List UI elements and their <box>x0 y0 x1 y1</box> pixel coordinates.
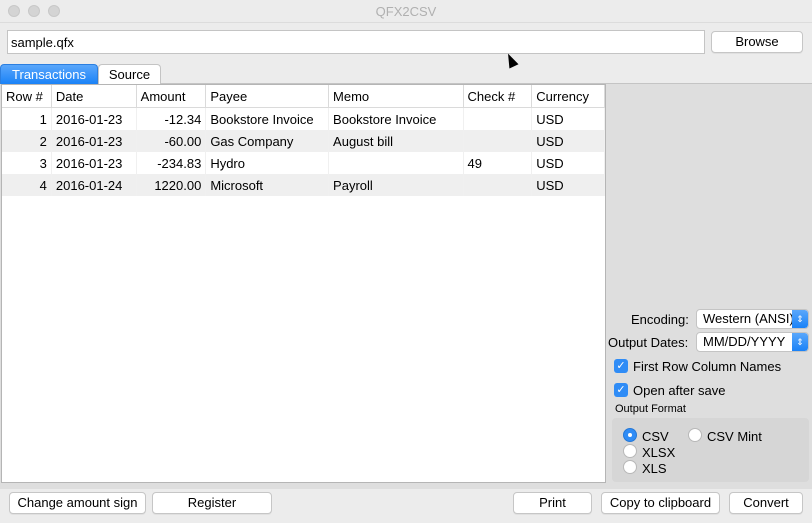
column-header-memo[interactable]: Memo <box>328 85 464 108</box>
cell-row-num: 3 <box>2 152 52 174</box>
format-xlsx-label[interactable]: XLSX <box>642 445 675 460</box>
register-button[interactable]: Register <box>152 492 272 514</box>
format-xls-label[interactable]: XLS <box>642 461 667 476</box>
updown-icon: ⇕ <box>792 310 808 328</box>
change-amount-sign-button[interactable]: Change amount sign <box>9 492 146 514</box>
cell-memo: Payroll <box>328 174 464 196</box>
tab-transactions[interactable]: Transactions <box>0 64 98 84</box>
convert-button[interactable]: Convert <box>729 492 803 514</box>
copy-to-clipboard-button[interactable]: Copy to clipboard <box>601 492 720 514</box>
cell-date: 2016-01-24 <box>51 174 137 196</box>
cell-row-num: 2 <box>2 130 52 152</box>
file-path-input[interactable] <box>7 30 705 54</box>
encoding-select[interactable]: Western (ANSI) ⇕ <box>696 309 809 329</box>
column-header-check[interactable]: Check # <box>463 85 533 108</box>
cell-date: 2016-01-23 <box>51 130 137 152</box>
window-title: QFX2CSV <box>375 4 437 19</box>
cell-amount: -234.83 <box>136 152 207 174</box>
cell-currency: USD <box>531 107 605 130</box>
open-after-save-label[interactable]: Open after save <box>633 383 726 398</box>
cell-date: 2016-01-23 <box>51 107 137 130</box>
cell-payee: Gas Company <box>205 130 330 152</box>
table-row[interactable]: 2 2016-01-23 -60.00 Gas Company August b… <box>2 130 605 152</box>
cell-payee: Microsoft <box>205 174 330 196</box>
transactions-table[interactable]: Row # Date Amount Payee Memo Check # Cur… <box>1 84 606 483</box>
cell-check <box>463 130 533 152</box>
cell-row-num: 4 <box>2 174 52 196</box>
print-button[interactable]: Print <box>513 492 592 514</box>
table-row[interactable]: 1 2016-01-23 -12.34 Bookstore Invoice Bo… <box>2 107 605 130</box>
cell-check: 49 <box>463 152 533 174</box>
output-dates-label: Output Dates: <box>608 335 689 350</box>
cell-payee: Hydro <box>205 152 330 174</box>
format-csv-label[interactable]: CSV <box>642 429 669 444</box>
cell-check <box>463 107 533 130</box>
mouse-cursor-icon <box>503 51 519 69</box>
cell-currency: USD <box>531 152 605 174</box>
open-after-save-checkbox[interactable]: ✓ <box>614 383 628 397</box>
column-header-row-num[interactable]: Row # <box>2 85 52 108</box>
encoding-value: Western (ANSI) <box>703 311 794 326</box>
output-format-label: Output Format <box>615 403 686 415</box>
table-header-row: Row # Date Amount Payee Memo Check # Cur… <box>2 85 605 108</box>
browse-button[interactable]: Browse <box>711 31 803 53</box>
cell-memo <box>328 152 464 174</box>
first-row-checkbox[interactable]: ✓ <box>614 359 628 373</box>
output-dates-select[interactable]: MM/DD/YYYY ⇕ <box>696 332 809 352</box>
table-row[interactable]: 3 2016-01-23 -234.83 Hydro 49 USD <box>2 152 605 174</box>
cell-amount: -12.34 <box>136 107 207 130</box>
table-row[interactable]: 4 2016-01-24 1220.00 Microsoft Payroll U… <box>2 174 605 196</box>
format-csv-mint-label[interactable]: CSV Mint <box>707 429 762 444</box>
encoding-label: Encoding: <box>631 312 689 327</box>
output-dates-value: MM/DD/YYYY <box>703 334 786 349</box>
format-xls-radio[interactable] <box>623 460 637 474</box>
cell-amount: 1220.00 <box>136 174 207 196</box>
cell-memo: Bookstore Invoice <box>328 107 464 130</box>
format-csv-radio[interactable] <box>623 428 637 442</box>
cell-row-num: 1 <box>2 107 52 130</box>
updown-icon: ⇕ <box>792 333 808 351</box>
format-csv-mint-radio[interactable] <box>688 428 702 442</box>
cell-check <box>463 174 533 196</box>
format-xlsx-radio[interactable] <box>623 444 637 458</box>
column-header-currency[interactable]: Currency <box>531 85 605 108</box>
title-bar: QFX2CSV <box>0 0 812 23</box>
column-header-date[interactable]: Date <box>51 85 137 108</box>
cell-currency: USD <box>531 174 605 196</box>
cell-date: 2016-01-23 <box>51 152 137 174</box>
column-header-amount[interactable]: Amount <box>136 85 207 108</box>
first-row-label[interactable]: First Row Column Names <box>633 359 781 374</box>
cell-amount: -60.00 <box>136 130 207 152</box>
cell-memo: August bill <box>328 130 464 152</box>
tab-source[interactable]: Source <box>98 64 161 84</box>
cell-payee: Bookstore Invoice <box>205 107 330 130</box>
column-header-payee[interactable]: Payee <box>205 85 330 108</box>
cell-currency: USD <box>531 130 605 152</box>
